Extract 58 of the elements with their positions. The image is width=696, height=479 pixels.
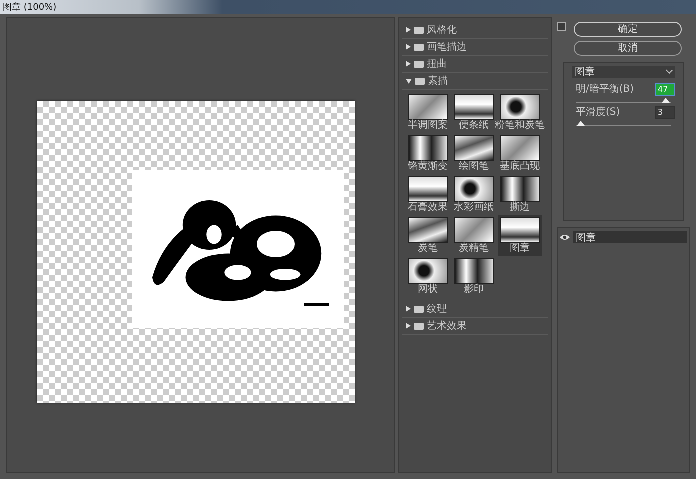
filter-name: 铬黄渐变: [408, 161, 448, 173]
thumbnail-image: [408, 94, 448, 120]
filter-thumbnail[interactable]: 网状: [406, 256, 450, 297]
thumbnail-image: [408, 176, 448, 202]
filter-category[interactable]: 艺术效果: [402, 318, 548, 335]
filter-name: 撕边: [510, 202, 530, 214]
filter-thumbnail[interactable]: 撕边: [498, 174, 542, 215]
setting-label: 明/暗平衡(B): [576, 82, 634, 96]
thumbnail-image: [408, 217, 448, 243]
thumbnail-image: [454, 258, 494, 284]
filter-name: 半调图案: [408, 120, 448, 132]
filter-thumbnail[interactable]: 炭笔: [406, 215, 450, 256]
filter-name: 粉笔和炭笔: [495, 120, 545, 132]
filter-name: 图章: [510, 243, 530, 255]
filter-category[interactable]: 扭曲: [402, 56, 548, 73]
value-field[interactable]: 3: [655, 106, 675, 118]
thumbnail-image: [500, 176, 540, 202]
window-title: 图章 (100%): [3, 2, 57, 14]
filter-thumbnail[interactable]: 影印: [452, 256, 496, 297]
filter-name: 绘图笔: [459, 161, 489, 173]
filter-category[interactable]: 风格化: [402, 22, 548, 39]
filter-name: 水彩画纸: [454, 202, 494, 214]
filter-name: 基底凸现: [500, 161, 540, 173]
thumbnail-image: [500, 135, 540, 161]
filter-thumbnail[interactable]: 半调图案: [406, 92, 450, 133]
thumbnail-image: [454, 217, 494, 243]
filter-category[interactable]: 素描: [402, 73, 548, 90]
filter-category[interactable]: 纹理: [402, 301, 548, 318]
thumbnail-image: [454, 94, 494, 120]
filter-name: 炭笔: [418, 243, 438, 255]
filter-name: 石膏效果: [408, 202, 448, 214]
slider-thumb[interactable]: [576, 121, 585, 126]
value-field[interactable]: 47: [655, 82, 675, 96]
thumbnail-image: [500, 94, 540, 120]
filter-thumbnail[interactable]: 铬黄渐变: [406, 133, 450, 174]
filter-dropdown[interactable]: 图章: [572, 66, 675, 78]
setting-label: 平滑度(S): [576, 106, 620, 119]
cancel-button[interactable]: 取消: [574, 41, 682, 56]
filter-thumbnail[interactable]: 绘图笔: [452, 133, 496, 174]
filter-name: 影印: [464, 284, 484, 296]
thumbnail-image: [454, 176, 494, 202]
filter-thumbnail[interactable]: 图章: [498, 215, 542, 256]
filter-thumbnail[interactable]: 基底凸现: [498, 133, 542, 174]
effect-layer[interactable]: 图章: [573, 231, 687, 243]
filter-thumbnail[interactable]: 便条纸: [452, 92, 496, 133]
collapse-icon[interactable]: [557, 22, 566, 31]
filter-thumbnail[interactable]: 水彩画纸: [452, 174, 496, 215]
filter-category[interactable]: 画笔描边: [402, 39, 548, 56]
thumbnail-image: [408, 258, 448, 284]
ok-button[interactable]: 确定: [574, 22, 682, 37]
thumbnail-image: [408, 135, 448, 161]
filter-name: 便条纸: [459, 120, 489, 132]
filter-thumbnail[interactable]: 石膏效果: [406, 174, 450, 215]
thumbnail-image: [454, 135, 494, 161]
filter-name: 炭精笔: [459, 243, 489, 255]
filter-name: 网状: [418, 284, 438, 296]
filter-thumbnail[interactable]: 炭精笔: [452, 215, 496, 256]
thumbnail-image: [500, 217, 540, 243]
